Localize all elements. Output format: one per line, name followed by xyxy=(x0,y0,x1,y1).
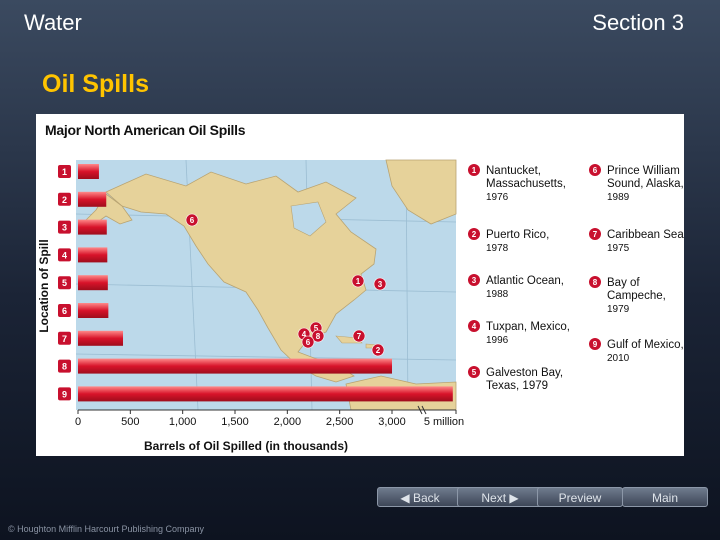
legend-text: 1978 xyxy=(486,243,509,254)
y-axis-label: Location of Spill xyxy=(37,239,51,332)
legend-badge-label: 4 xyxy=(472,322,477,331)
bar-label-8: 8 xyxy=(62,362,67,372)
legend-text: 1975 xyxy=(607,243,630,254)
bar-label-6: 6 xyxy=(62,306,67,316)
back-arrow-icon: ◀ xyxy=(400,491,413,505)
bar-label-1: 1 xyxy=(62,167,67,177)
legend-text: Galveston Bay, xyxy=(486,367,563,379)
preview-button[interactable]: Preview xyxy=(537,487,623,507)
back-button[interactable]: ◀ Back xyxy=(377,487,463,507)
x-tick-label: 1,000 xyxy=(169,416,197,428)
chart-figure: Major North American Oil Spills 13645867… xyxy=(36,114,684,456)
bar-label-2: 2 xyxy=(62,195,67,205)
legend-text: 1989 xyxy=(607,192,630,203)
x-tick-label: 500 xyxy=(121,416,139,428)
legend-badge-label: 6 xyxy=(593,166,598,175)
legend-text: 1996 xyxy=(486,335,509,346)
slide-title: Oil Spills xyxy=(42,70,149,98)
legend-text: Bay of xyxy=(607,277,640,289)
legend-badge-label: 3 xyxy=(472,276,477,285)
x-tick-label: 3,000 xyxy=(378,416,406,428)
bar-4 xyxy=(78,247,108,263)
map-marker-label: 3 xyxy=(378,280,383,289)
legend-badge-label: 2 xyxy=(472,230,477,239)
next-button[interactable]: Next ▶ xyxy=(457,487,543,507)
bar-9 xyxy=(78,386,453,402)
legend-text: Prince William xyxy=(607,165,680,177)
copyright: © Houghton Mifflin Harcourt Publishing C… xyxy=(8,524,205,534)
preview-label: Preview xyxy=(558,491,602,505)
legend-text: 1988 xyxy=(486,289,509,300)
map-marker-label: 6 xyxy=(190,216,195,225)
x-tick-label: 2,500 xyxy=(326,416,354,428)
legend-text: Atlantic Ocean, xyxy=(486,275,564,287)
map-marker-label: 8 xyxy=(316,332,321,341)
x-axis-label: Barrels of Oil Spilled (in thousands) xyxy=(144,439,348,453)
legend-badge-label: 1 xyxy=(472,166,477,175)
x-tick-label: 0 xyxy=(75,416,81,428)
legend-text: 2010 xyxy=(607,353,630,364)
legend-badge-label: 9 xyxy=(593,340,598,349)
bar-label-5: 5 xyxy=(62,278,67,288)
map-marker-label: 6 xyxy=(306,338,311,347)
bar-5 xyxy=(78,275,108,291)
legend-text: Campeche, xyxy=(607,290,666,302)
bar-7 xyxy=(78,330,124,346)
main-button[interactable]: Main xyxy=(622,487,708,507)
chart-svg: 1 36458672 123456789 0 500 1,000 1,500 2,000 2… xyxy=(37,159,684,453)
main-label: Main xyxy=(651,491,678,505)
legend-text: Gulf of Mexico, xyxy=(607,339,684,351)
bar-label-3: 3 xyxy=(62,223,67,233)
legend-text: Puerto Rico, xyxy=(486,229,549,241)
legend-badge-label: 8 xyxy=(593,278,598,287)
legend-badge-label: 7 xyxy=(593,230,598,239)
section-number: Section 3 xyxy=(592,10,684,35)
bar-3 xyxy=(78,219,107,235)
legend-text: Caribbean Sea, xyxy=(607,229,684,241)
bar-label-9: 9 xyxy=(62,389,67,399)
section-name: Water xyxy=(24,10,82,35)
legend: 1 Nantucket,Massachusetts, 1976 2 Puerto Ric… xyxy=(468,164,684,392)
x-tick-label: 2,000 xyxy=(274,416,302,428)
bar-8 xyxy=(78,358,392,374)
bar-1 xyxy=(78,164,99,179)
map-marker-label: 1 xyxy=(356,277,361,286)
map-marker-label: 7 xyxy=(357,332,362,341)
legend-badge-label: 5 xyxy=(472,368,477,377)
legend-text: 1976 xyxy=(486,192,509,203)
legend-text: Nantucket, xyxy=(486,165,541,177)
legend-text: Texas, 1979 xyxy=(486,380,548,392)
bar-6 xyxy=(78,303,109,318)
next-arrow-icon: ▶ xyxy=(506,491,519,505)
bar-label-4: 4 xyxy=(62,250,67,260)
bar-2 xyxy=(78,191,107,207)
back-label: Back xyxy=(412,491,440,505)
next-label: Next xyxy=(481,491,507,505)
legend-text: Sound, Alaska, xyxy=(607,178,684,190)
x-tick-label: 5 million xyxy=(424,416,464,428)
bar-label-7: 7 xyxy=(62,334,67,344)
legend-text: 1979 xyxy=(607,304,630,315)
legend-text: Massachusetts, xyxy=(486,178,566,190)
legend-text: Tuxpan, Mexico, xyxy=(486,321,570,333)
map-marker-label: 2 xyxy=(376,346,381,355)
x-tick-label: 1,500 xyxy=(221,416,249,428)
